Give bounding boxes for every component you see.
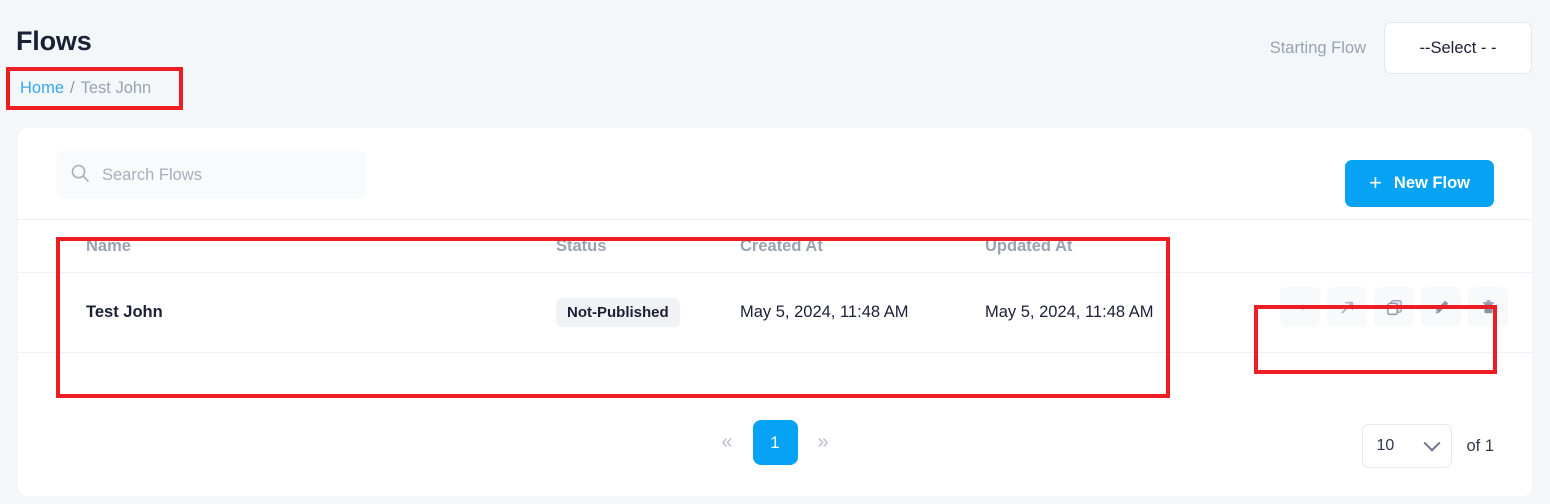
chevron-down-icon [1423,434,1441,452]
starting-flow-select[interactable]: --Select - - [1384,22,1532,74]
copy-icon [1385,298,1404,317]
row-action-delete-button[interactable] [1468,287,1508,327]
column-header-status: Status [556,236,607,255]
status-badge-wrap: Not-Published [556,298,680,327]
pagination-page-1-button[interactable]: 1 [752,420,798,465]
breadcrumb-separator: / [70,79,75,97]
search-icon [70,163,90,188]
search-input[interactable] [100,164,340,186]
flows-table: Name Status Created At Updated At Test J… [18,220,1532,402]
starting-flow-group: Starting Flow --Select - - [1270,22,1532,74]
cell-created-at: May 5, 2024, 11:48 AM [740,303,909,321]
plus-icon: + [1369,169,1382,195]
pagination-bar: « 1 » 10 of 1 [18,402,1532,494]
row-action-duplicate-button[interactable] [1374,287,1414,327]
arrow-right-icon [1291,298,1310,317]
status-badge: Not-Published [556,298,680,327]
column-header-name: Name [86,236,131,255]
search-box[interactable] [56,151,367,199]
row-action-go-button[interactable] [1280,287,1320,327]
total-pages-label: of 1 [1466,436,1494,455]
column-header-created-at: Created At [740,236,823,255]
pager: « 1 » [18,420,1532,465]
page-size-group: 10 of 1 [1362,424,1494,468]
table-header-row: Name Status Created At Updated At [18,220,1532,273]
cell-name: Test John [86,303,163,321]
starting-flow-label: Starting Flow [1269,38,1366,57]
column-header-updated-at: Updated At [985,236,1073,255]
breadcrumb: Home / Test John [6,67,183,110]
pagination-next-button[interactable]: » [816,427,831,458]
row-action-open-button[interactable] [1327,287,1367,327]
page-size-select[interactable]: 10 [1362,424,1453,468]
flows-card: + New Flow Name Status Created At Update… [18,128,1532,496]
pagination-prev-button[interactable]: « [719,427,734,458]
new-flow-button[interactable]: + New Flow [1345,160,1494,207]
breadcrumb-current: Test John [80,79,152,97]
row-actions [1280,287,1508,327]
cell-updated-at: May 5, 2024, 11:48 AM [985,303,1154,321]
trash-icon [1479,298,1498,317]
row-action-edit-button[interactable] [1421,287,1461,327]
new-flow-label: New Flow [1393,174,1470,192]
table-row[interactable]: Test John Not-Published May 5, 2024, 11:… [18,273,1532,353]
table-toolbar: + New Flow [18,128,1532,220]
pencil-icon [1432,298,1451,317]
breadcrumb-home-link[interactable]: Home [20,79,64,98]
page-title: Flows [16,26,92,56]
page-size-value: 10 [1376,437,1395,454]
arrow-up-right-icon [1338,298,1357,317]
page-header: Flows Home / Test John Starting Flow --S… [0,0,1550,128]
